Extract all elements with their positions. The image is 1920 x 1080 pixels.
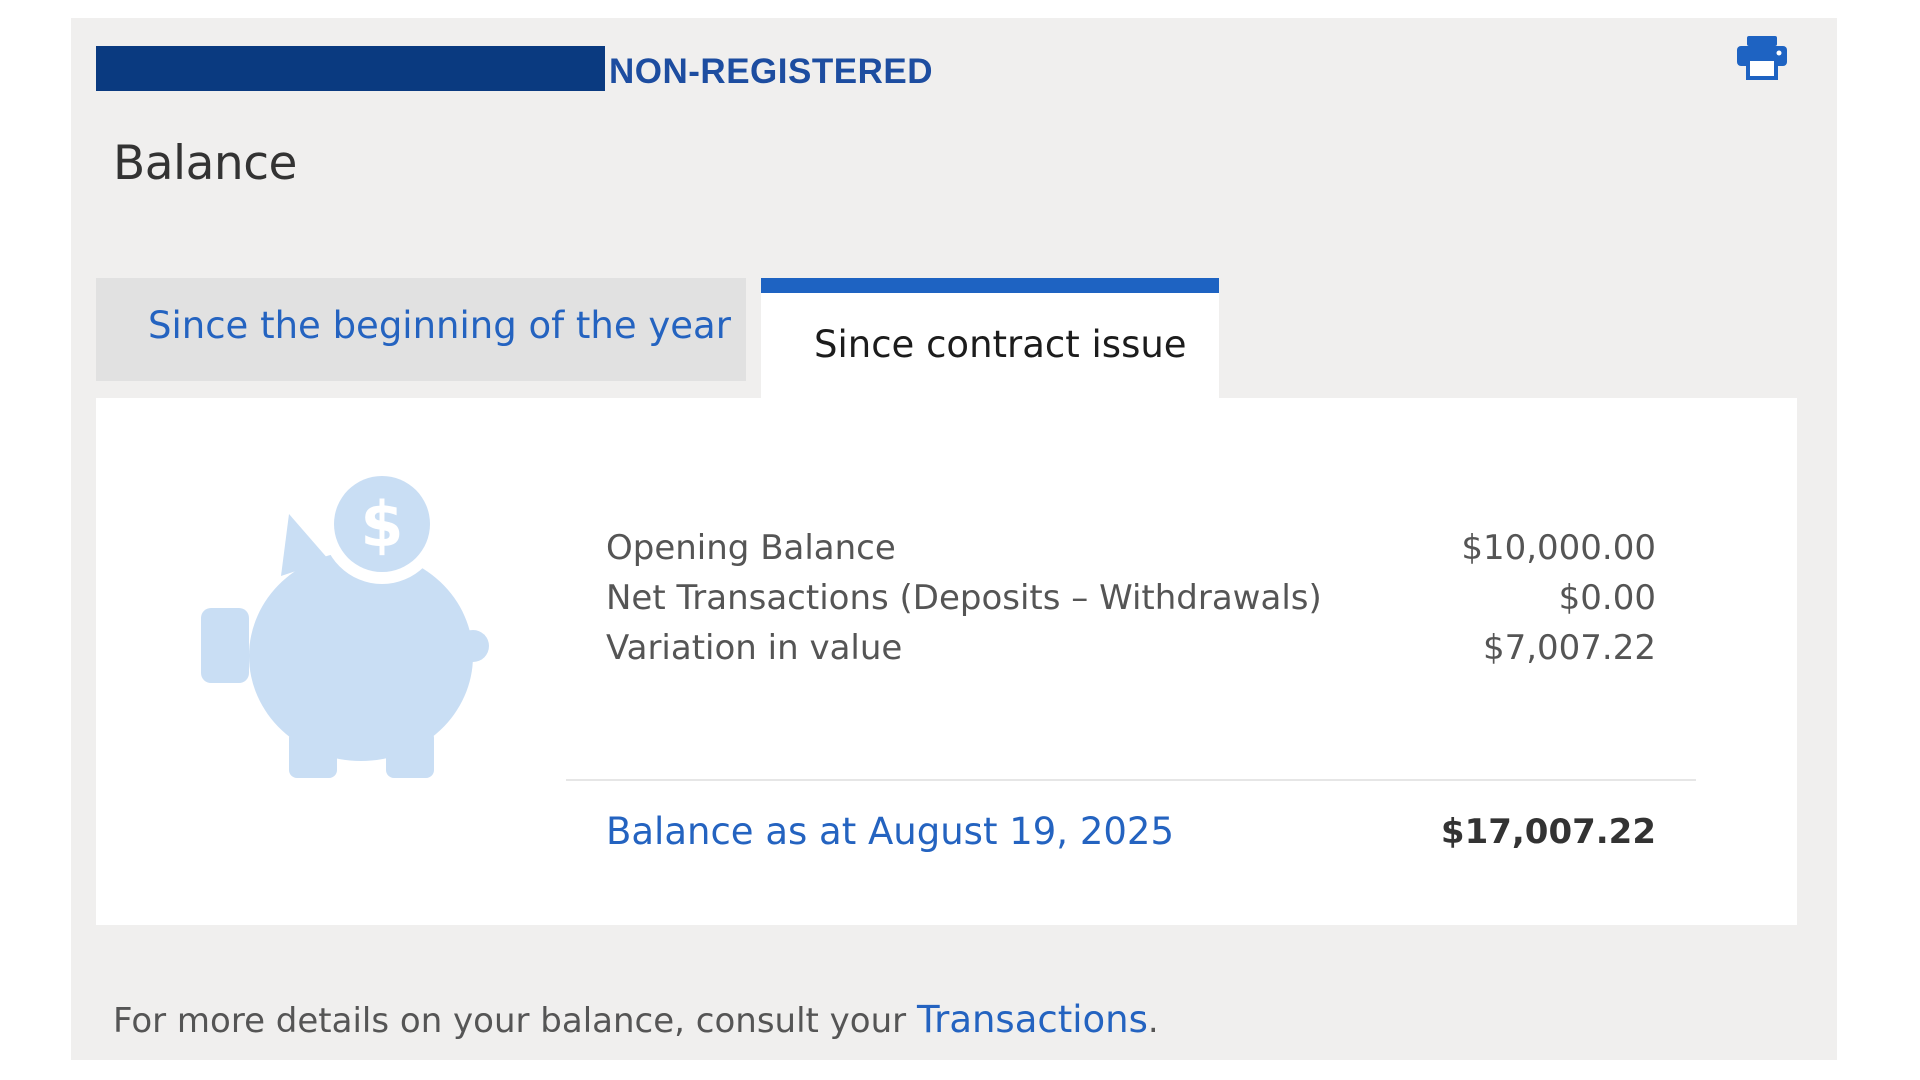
- balance-row-variation: Variation in value $7,007.22: [606, 628, 1656, 678]
- balance-row-opening: Opening Balance $10,000.00: [606, 528, 1656, 578]
- row-amount: $7,007.22: [1482, 628, 1656, 668]
- row-label: Opening Balance: [606, 528, 896, 568]
- redacted-account-name: [96, 46, 605, 91]
- footer-suffix: .: [1147, 1001, 1159, 1041]
- footer-text: For more details on your balance, consul…: [113, 1001, 907, 1041]
- row-label: Net Transactions (Deposits – Withdrawals…: [606, 578, 1322, 618]
- row-label: Variation in value: [606, 628, 903, 668]
- total-amount: $17,007.22: [1440, 812, 1656, 852]
- printer-icon[interactable]: [1735, 34, 1789, 80]
- svg-text:$: $: [360, 488, 403, 561]
- total-label: Balance as at August 19, 2025: [606, 810, 1174, 853]
- tab-since-beginning-of-year[interactable]: Since the beginning of the year: [96, 278, 746, 381]
- page-title: Balance: [113, 136, 297, 191]
- account-type-label: NON-REGISTERED: [609, 52, 933, 91]
- row-amount: $0.00: [1558, 578, 1656, 618]
- transactions-link[interactable]: Transactions: [917, 998, 1148, 1041]
- balance-rows: Opening Balance $10,000.00 Net Transacti…: [606, 528, 1656, 678]
- tab-since-contract-issue[interactable]: Since contract issue: [761, 278, 1219, 416]
- balance-row-net-transactions: Net Transactions (Deposits – Withdrawals…: [606, 578, 1656, 628]
- summary-divider: [566, 779, 1696, 781]
- footer-note: For more details on your balance, consul…: [113, 998, 1159, 1041]
- tab-label: Since the beginning of the year: [148, 304, 731, 347]
- balance-panel: NON-REGISTERED Balance Since the beginni…: [71, 18, 1837, 1060]
- tab-label: Since contract issue: [814, 323, 1187, 366]
- piggy-bank-icon: $: [201, 464, 521, 798]
- row-amount: $10,000.00: [1461, 528, 1656, 568]
- balance-summary-card: $ Opening Balance $10,000.00 Net Transac…: [96, 398, 1797, 925]
- balance-total-row: Balance as at August 19, 2025 $17,007.22: [606, 810, 1656, 860]
